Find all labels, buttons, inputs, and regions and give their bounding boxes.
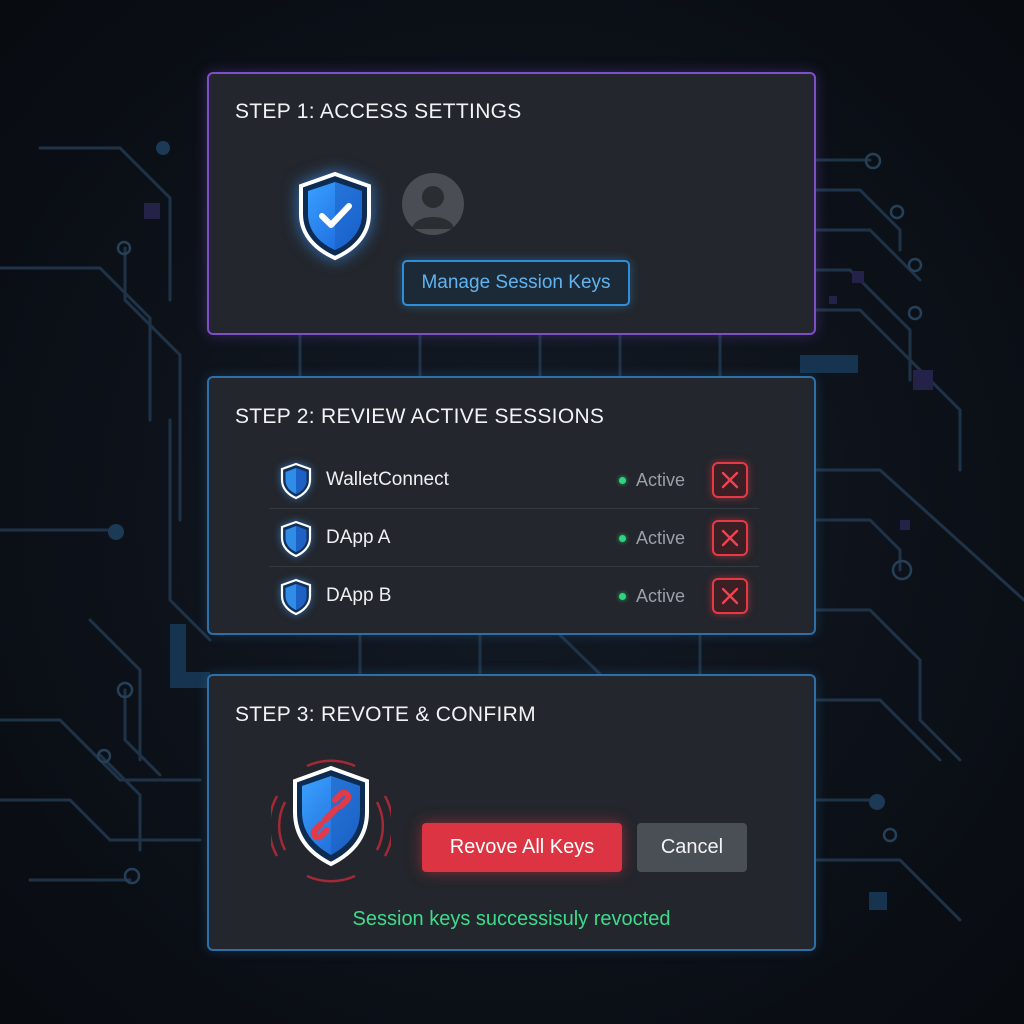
user-avatar-icon[interactable] (402, 173, 464, 235)
revoke-all-keys-button[interactable]: Revove All Keys (422, 823, 622, 872)
status-dot (619, 477, 626, 484)
close-icon (721, 529, 739, 547)
shield-check-icon (299, 171, 371, 261)
step-2-panel: STEP 2: REVIEW ACTIVE SESSIONS WalletCon… (207, 376, 816, 635)
cancel-button[interactable]: Cancel (637, 823, 747, 872)
shield-broken-link-icon (271, 759, 391, 883)
session-row: DApp A Active (279, 512, 749, 564)
session-name: DApp A (326, 527, 391, 548)
shield-icon (280, 462, 312, 500)
status-dot (619, 593, 626, 600)
revoke-session-button[interactable] (712, 520, 748, 556)
close-icon (721, 471, 739, 489)
close-icon (721, 587, 739, 605)
step-1-title: STEP 1: ACCESS SETTINGS (235, 100, 522, 123)
step-1-panel: STEP 1: ACCESS SETTINGS Manage Session K… (207, 72, 816, 335)
manage-session-keys-button[interactable]: Manage Session Keys (402, 260, 630, 306)
step-3-title: STEP 3: REVOTE & CONFIRM (235, 703, 536, 726)
revoke-session-button[interactable] (712, 462, 748, 498)
tutorial-canvas: STEP 1: ACCESS SETTINGS Manage Session K… (0, 0, 1024, 1024)
session-name: DApp B (326, 585, 392, 606)
session-row: WalletConnect Active (279, 454, 749, 506)
row-divider (269, 566, 759, 567)
revoke-session-button[interactable] (712, 578, 748, 614)
session-status: Active (619, 470, 685, 491)
session-status: Active (619, 528, 685, 549)
status-dot (619, 535, 626, 542)
success-message: Session keys successisuly revocted (352, 908, 671, 930)
shield-icon (280, 520, 312, 558)
session-status: Active (619, 586, 685, 607)
step-3-panel: STEP 3: REVOTE & CONFIRM Revove All Keys… (207, 674, 816, 951)
row-divider (269, 508, 759, 509)
session-row: DApp B Active (279, 570, 749, 622)
step-2-title: STEP 2: REVIEW ACTIVE SESSIONS (235, 405, 605, 428)
session-name: WalletConnect (326, 469, 449, 490)
shield-icon (280, 578, 312, 616)
